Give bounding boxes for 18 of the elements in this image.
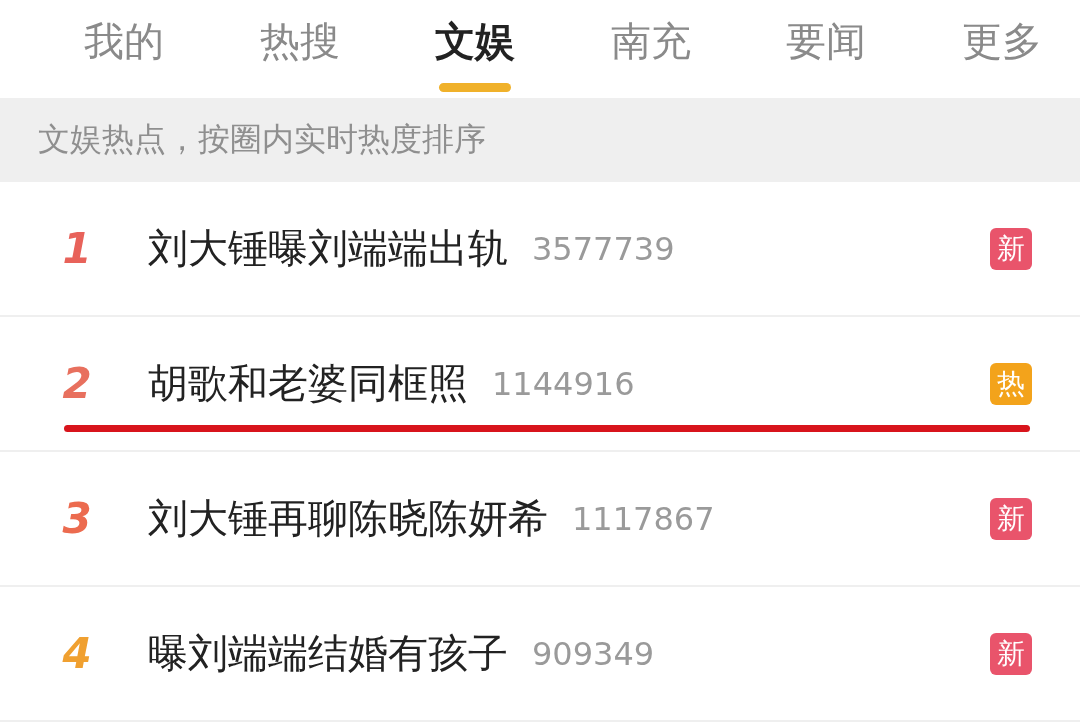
heat-count: 909349 [532,634,655,673]
topic-badge: 热 [990,362,1032,405]
rank-number: 4 [61,629,93,678]
topic-title[interactable]: 刘大锤再聊陈晓陈妍希 [148,491,548,546]
banner-text: 文娱热点，按圈内实时热度排序 [38,119,486,160]
topic-title[interactable]: 曝刘端端结婚有孩子 [148,626,508,681]
rank-number: 1 [61,224,93,273]
heat-count: 1144916 [492,364,635,403]
topic-title[interactable]: 刘大锤曝刘端端出轨 [148,221,508,276]
heat-count: 1117867 [572,499,715,538]
topic-title[interactable]: 胡歌和老婆同框照 [148,356,468,411]
topic-badge: 新 [990,497,1032,540]
rank-number: 2 [61,359,93,408]
rank-number: 3 [61,494,93,543]
topic-badge: 新 [990,227,1032,270]
heat-count: 3577739 [532,229,675,268]
topic-badge: 新 [990,632,1032,675]
tab[interactable]: 文娱 [435,0,516,98]
